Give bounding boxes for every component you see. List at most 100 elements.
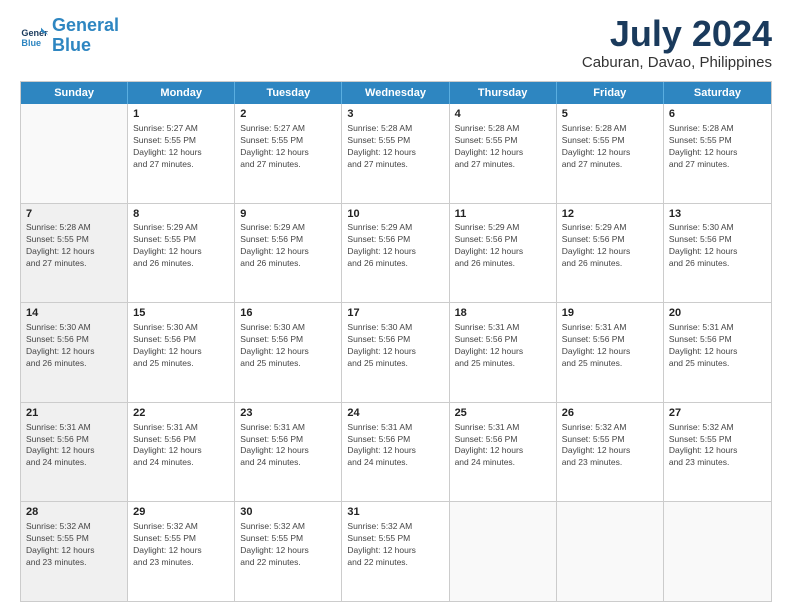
day-info: Sunrise: 5:30 AM Sunset: 5:56 PM Dayligh…	[240, 322, 336, 370]
header-cell-thursday: Thursday	[450, 82, 557, 104]
calendar-cell: 27Sunrise: 5:32 AM Sunset: 5:55 PM Dayli…	[664, 403, 771, 502]
day-info: Sunrise: 5:28 AM Sunset: 5:55 PM Dayligh…	[455, 123, 551, 171]
day-number: 25	[455, 406, 551, 421]
calendar-row-4: 28Sunrise: 5:32 AM Sunset: 5:55 PM Dayli…	[21, 502, 771, 601]
day-info: Sunrise: 5:29 AM Sunset: 5:56 PM Dayligh…	[562, 222, 658, 270]
calendar-cell: 20Sunrise: 5:31 AM Sunset: 5:56 PM Dayli…	[664, 303, 771, 402]
calendar-cell: 19Sunrise: 5:31 AM Sunset: 5:56 PM Dayli…	[557, 303, 664, 402]
calendar-cell	[450, 502, 557, 601]
logo-line2: Blue	[52, 35, 91, 55]
day-number: 28	[26, 505, 122, 520]
logo-line1: General	[52, 15, 119, 35]
day-number: 9	[240, 207, 336, 222]
day-number: 20	[669, 306, 766, 321]
day-number: 15	[133, 306, 229, 321]
calendar-cell: 12Sunrise: 5:29 AM Sunset: 5:56 PM Dayli…	[557, 204, 664, 303]
calendar-cell: 23Sunrise: 5:31 AM Sunset: 5:56 PM Dayli…	[235, 403, 342, 502]
calendar-row-0: 1Sunrise: 5:27 AM Sunset: 5:55 PM Daylig…	[21, 104, 771, 204]
day-number: 13	[669, 207, 766, 222]
calendar-row-3: 21Sunrise: 5:31 AM Sunset: 5:56 PM Dayli…	[21, 403, 771, 503]
calendar-cell	[557, 502, 664, 601]
day-info: Sunrise: 5:32 AM Sunset: 5:55 PM Dayligh…	[133, 521, 229, 569]
day-number: 30	[240, 505, 336, 520]
calendar-header: SundayMondayTuesdayWednesdayThursdayFrid…	[21, 82, 771, 104]
day-info: Sunrise: 5:31 AM Sunset: 5:56 PM Dayligh…	[562, 322, 658, 370]
day-info: Sunrise: 5:30 AM Sunset: 5:56 PM Dayligh…	[347, 322, 443, 370]
day-number: 18	[455, 306, 551, 321]
day-number: 16	[240, 306, 336, 321]
header-cell-sunday: Sunday	[21, 82, 128, 104]
day-number: 19	[562, 306, 658, 321]
day-number: 10	[347, 207, 443, 222]
day-info: Sunrise: 5:32 AM Sunset: 5:55 PM Dayligh…	[240, 521, 336, 569]
day-number: 3	[347, 107, 443, 122]
header-cell-monday: Monday	[128, 82, 235, 104]
header-cell-wednesday: Wednesday	[342, 82, 449, 104]
calendar-cell: 5Sunrise: 5:28 AM Sunset: 5:55 PM Daylig…	[557, 104, 664, 203]
calendar-body: 1Sunrise: 5:27 AM Sunset: 5:55 PM Daylig…	[21, 104, 771, 601]
calendar-cell: 7Sunrise: 5:28 AM Sunset: 5:55 PM Daylig…	[21, 204, 128, 303]
day-info: Sunrise: 5:29 AM Sunset: 5:55 PM Dayligh…	[133, 222, 229, 270]
day-number: 2	[240, 107, 336, 122]
day-info: Sunrise: 5:32 AM Sunset: 5:55 PM Dayligh…	[26, 521, 122, 569]
header: General Blue General Blue July 2024 Cabu…	[20, 16, 772, 71]
calendar-cell: 16Sunrise: 5:30 AM Sunset: 5:56 PM Dayli…	[235, 303, 342, 402]
logo: General Blue General Blue	[20, 16, 119, 56]
calendar-cell: 30Sunrise: 5:32 AM Sunset: 5:55 PM Dayli…	[235, 502, 342, 601]
title-block: July 2024 Caburan, Davao, Philippines	[582, 16, 772, 71]
calendar-cell: 6Sunrise: 5:28 AM Sunset: 5:55 PM Daylig…	[664, 104, 771, 203]
calendar-cell: 24Sunrise: 5:31 AM Sunset: 5:56 PM Dayli…	[342, 403, 449, 502]
calendar-cell: 14Sunrise: 5:30 AM Sunset: 5:56 PM Dayli…	[21, 303, 128, 402]
day-number: 8	[133, 207, 229, 222]
day-info: Sunrise: 5:29 AM Sunset: 5:56 PM Dayligh…	[455, 222, 551, 270]
header-cell-saturday: Saturday	[664, 82, 771, 104]
calendar-cell: 17Sunrise: 5:30 AM Sunset: 5:56 PM Dayli…	[342, 303, 449, 402]
day-number: 6	[669, 107, 766, 122]
day-info: Sunrise: 5:30 AM Sunset: 5:56 PM Dayligh…	[26, 322, 122, 370]
day-number: 14	[26, 306, 122, 321]
calendar-row-2: 14Sunrise: 5:30 AM Sunset: 5:56 PM Dayli…	[21, 303, 771, 403]
header-cell-friday: Friday	[557, 82, 664, 104]
day-info: Sunrise: 5:29 AM Sunset: 5:56 PM Dayligh…	[347, 222, 443, 270]
calendar-cell	[21, 104, 128, 203]
calendar-cell: 31Sunrise: 5:32 AM Sunset: 5:55 PM Dayli…	[342, 502, 449, 601]
calendar-cell: 9Sunrise: 5:29 AM Sunset: 5:56 PM Daylig…	[235, 204, 342, 303]
day-info: Sunrise: 5:32 AM Sunset: 5:55 PM Dayligh…	[347, 521, 443, 569]
logo-icon: General Blue	[20, 22, 48, 50]
calendar-cell: 4Sunrise: 5:28 AM Sunset: 5:55 PM Daylig…	[450, 104, 557, 203]
calendar: SundayMondayTuesdayWednesdayThursdayFrid…	[20, 81, 772, 602]
svg-text:Blue: Blue	[21, 38, 41, 48]
day-info: Sunrise: 5:28 AM Sunset: 5:55 PM Dayligh…	[26, 222, 122, 270]
day-info: Sunrise: 5:31 AM Sunset: 5:56 PM Dayligh…	[133, 422, 229, 470]
calendar-cell: 2Sunrise: 5:27 AM Sunset: 5:55 PM Daylig…	[235, 104, 342, 203]
day-info: Sunrise: 5:28 AM Sunset: 5:55 PM Dayligh…	[347, 123, 443, 171]
day-number: 17	[347, 306, 443, 321]
calendar-cell: 21Sunrise: 5:31 AM Sunset: 5:56 PM Dayli…	[21, 403, 128, 502]
day-info: Sunrise: 5:29 AM Sunset: 5:56 PM Dayligh…	[240, 222, 336, 270]
calendar-cell: 1Sunrise: 5:27 AM Sunset: 5:55 PM Daylig…	[128, 104, 235, 203]
calendar-cell: 25Sunrise: 5:31 AM Sunset: 5:56 PM Dayli…	[450, 403, 557, 502]
calendar-cell: 11Sunrise: 5:29 AM Sunset: 5:56 PM Dayli…	[450, 204, 557, 303]
day-info: Sunrise: 5:31 AM Sunset: 5:56 PM Dayligh…	[240, 422, 336, 470]
page: General Blue General Blue July 2024 Cabu…	[0, 0, 792, 612]
day-number: 23	[240, 406, 336, 421]
day-number: 21	[26, 406, 122, 421]
day-number: 4	[455, 107, 551, 122]
logo-text: General Blue	[52, 16, 119, 56]
calendar-cell	[664, 502, 771, 601]
calendar-cell: 29Sunrise: 5:32 AM Sunset: 5:55 PM Dayli…	[128, 502, 235, 601]
subtitle: Caburan, Davao, Philippines	[582, 54, 772, 71]
day-info: Sunrise: 5:31 AM Sunset: 5:56 PM Dayligh…	[26, 422, 122, 470]
calendar-cell: 3Sunrise: 5:28 AM Sunset: 5:55 PM Daylig…	[342, 104, 449, 203]
calendar-cell: 13Sunrise: 5:30 AM Sunset: 5:56 PM Dayli…	[664, 204, 771, 303]
day-info: Sunrise: 5:31 AM Sunset: 5:56 PM Dayligh…	[455, 322, 551, 370]
header-cell-tuesday: Tuesday	[235, 82, 342, 104]
calendar-cell: 10Sunrise: 5:29 AM Sunset: 5:56 PM Dayli…	[342, 204, 449, 303]
day-number: 7	[26, 207, 122, 222]
day-info: Sunrise: 5:28 AM Sunset: 5:55 PM Dayligh…	[669, 123, 766, 171]
day-number: 1	[133, 107, 229, 122]
day-number: 27	[669, 406, 766, 421]
month-title: July 2024	[582, 16, 772, 52]
calendar-row-1: 7Sunrise: 5:28 AM Sunset: 5:55 PM Daylig…	[21, 204, 771, 304]
calendar-cell: 22Sunrise: 5:31 AM Sunset: 5:56 PM Dayli…	[128, 403, 235, 502]
